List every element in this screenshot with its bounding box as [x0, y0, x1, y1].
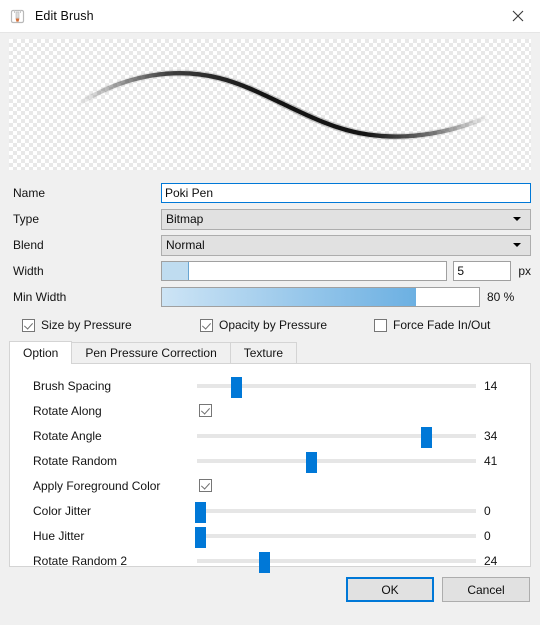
- name-input[interactable]: [161, 183, 531, 203]
- slider-track: [197, 458, 476, 463]
- tabs-section: Option Pen Pressure Correction Texture Bru…: [0, 337, 540, 573]
- type-select[interactable]: Bitmap: [161, 208, 531, 230]
- name-label: Name: [13, 186, 46, 200]
- ok-button[interactable]: OK: [346, 577, 434, 602]
- slider-brush-spacing[interactable]: [197, 376, 476, 398]
- tab-option[interactable]: Option: [9, 341, 73, 364]
- min-width-value: 80 %: [487, 290, 515, 304]
- checkbox-box[interactable]: [374, 318, 387, 332]
- blend-label: Blend: [13, 238, 44, 252]
- title-bar: Edit Brush: [0, 0, 540, 32]
- option-row-rotate-random: Rotate Random 41: [10, 448, 530, 473]
- slider-track: [197, 533, 476, 538]
- type-value: Bitmap: [166, 212, 204, 226]
- pressure-checkbox-row: Size by Pressure Opacity by Pressure Force…: [9, 313, 531, 337]
- slider-value-rotate-angle: 34: [484, 428, 498, 443]
- option-label-brush-spacing: Brush Spacing: [33, 378, 112, 393]
- slider-rotate-random-2[interactable]: [197, 551, 476, 573]
- option-label-apply-foreground-color: Apply Foreground Color: [33, 478, 161, 493]
- checkbox-box[interactable]: [22, 318, 35, 332]
- tab-strip: Option Pen Pressure Correction Texture: [9, 341, 531, 364]
- checkbox-rotate-along[interactable]: [199, 404, 212, 417]
- option-label-color-jitter: Color Jitter: [33, 503, 92, 518]
- brush-icon: [9, 8, 26, 25]
- slider-thumb[interactable]: [194, 501, 206, 523]
- slider-thumb[interactable]: [306, 451, 318, 473]
- option-row-hue-jitter: Hue Jitter 0: [10, 523, 530, 548]
- blend-select[interactable]: Normal: [161, 234, 531, 256]
- preview-area: [0, 33, 540, 173]
- width-unit-label: px: [518, 264, 531, 278]
- slider-value-rotate-random-2: 24: [484, 553, 498, 568]
- option-label-rotate-random: Rotate Random: [33, 453, 118, 468]
- width-value-input[interactable]: [453, 261, 512, 281]
- width-label: Width: [13, 264, 44, 278]
- min-width-slider[interactable]: [161, 287, 480, 307]
- option-row-brush-spacing: Brush Spacing 14: [10, 373, 530, 398]
- blend-row: Blend Normal: [9, 232, 531, 258]
- checkbox-label: Size by Pressure: [41, 318, 132, 332]
- checkbox-apply-foreground-color[interactable]: [199, 479, 212, 492]
- close-icon[interactable]: [495, 0, 540, 32]
- option-row-apply-foreground-color: Apply Foreground Color: [10, 473, 530, 498]
- slider-track: [197, 558, 476, 563]
- chevron-down-icon: [513, 217, 521, 221]
- chevron-down-icon: [513, 243, 521, 247]
- option-tab-panel: Brush Spacing 14 Rotate Along Rotate Angle 3…: [9, 363, 531, 573]
- min-width-slider-fill: [162, 288, 416, 306]
- checkbox-label: Opacity by Pressure: [219, 318, 328, 332]
- slider-track: [197, 508, 476, 513]
- checkbox-force-fade-in-out[interactable]: Force Fade In/Out: [374, 318, 490, 332]
- brush-form: Name Type Bitmap Blend Normal Width px M…: [0, 173, 540, 337]
- window-title: Edit Brush: [35, 9, 94, 23]
- width-slider[interactable]: [161, 261, 448, 281]
- slider-thumb[interactable]: [420, 426, 432, 448]
- slider-color-jitter[interactable]: [194, 501, 476, 523]
- checkbox-holder: [197, 479, 484, 492]
- slider-rotate-random[interactable]: [197, 451, 476, 473]
- options-list: Brush Spacing 14 Rotate Along Rotate Angle 3…: [10, 373, 530, 573]
- tab-texture[interactable]: Texture: [229, 342, 298, 364]
- slider-value-color-jitter: 0: [484, 503, 491, 518]
- type-row: Type Bitmap: [9, 206, 531, 232]
- option-label-hue-jitter: Hue Jitter: [33, 528, 85, 543]
- name-row: Name: [9, 180, 531, 206]
- slider-thumb[interactable]: [258, 551, 270, 573]
- slider-thumb[interactable]: [194, 526, 206, 548]
- width-row: Width px: [9, 258, 531, 284]
- brush-stroke-preview: [9, 39, 531, 170]
- option-label-rotate-random-2: Rotate Random 2: [33, 553, 128, 568]
- min-width-row: Min Width 80 %: [9, 284, 531, 310]
- slider-rotate-angle[interactable]: [197, 426, 476, 448]
- slider-value-rotate-random: 41: [484, 453, 498, 468]
- checkbox-opacity-by-pressure[interactable]: Opacity by Pressure: [200, 318, 327, 332]
- option-row-rotate-random-2: Rotate Random 2 24: [10, 548, 530, 573]
- type-label: Type: [13, 212, 40, 226]
- checkbox-size-by-pressure[interactable]: Size by Pressure: [22, 318, 132, 332]
- min-width-label: Min Width: [13, 290, 67, 304]
- option-label-rotate-along: Rotate Along: [33, 403, 102, 418]
- slider-hue-jitter[interactable]: [194, 526, 476, 548]
- checkbox-box[interactable]: [200, 318, 213, 332]
- option-label-rotate-angle: Rotate Angle: [33, 428, 102, 443]
- width-slider-fill: [162, 262, 189, 280]
- option-row-color-jitter: Color Jitter 0: [10, 498, 530, 523]
- slider-thumb[interactable]: [231, 376, 243, 398]
- option-row-rotate-along: Rotate Along: [10, 398, 530, 423]
- slider-track: [197, 433, 476, 438]
- slider-value-hue-jitter: 0: [484, 528, 491, 543]
- option-row-rotate-angle: Rotate Angle 34: [10, 423, 530, 448]
- slider-value-brush-spacing: 14: [484, 378, 498, 393]
- tab-pen-pressure-correction[interactable]: Pen Pressure Correction: [71, 342, 231, 364]
- blend-value: Normal: [166, 238, 205, 252]
- checkbox-holder: [197, 404, 484, 417]
- cancel-button[interactable]: Cancel: [442, 577, 530, 602]
- checkbox-label: Force Fade In/Out: [393, 318, 491, 332]
